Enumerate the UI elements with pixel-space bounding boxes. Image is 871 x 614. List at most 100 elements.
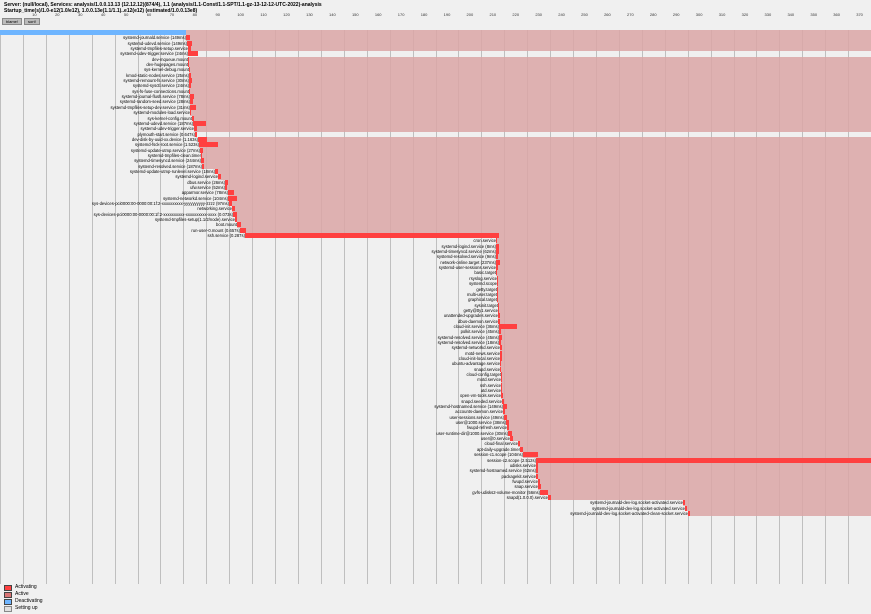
time-tick: 210 — [481, 12, 504, 17]
activating-bar — [200, 148, 203, 153]
activating-bar — [190, 94, 194, 99]
time-axis: 1020304050607080901001101201301401501601… — [0, 12, 871, 17]
activating-bar — [199, 142, 218, 147]
time-tick: 240 — [550, 12, 573, 17]
activating-bar — [186, 35, 190, 40]
time-tick: 110 — [252, 12, 275, 17]
startup-bar — [0, 30, 186, 35]
time-tick: 30 — [69, 12, 92, 17]
activating-bar — [237, 222, 241, 227]
time-tick: 300 — [688, 12, 711, 17]
legend-swatch-setting-up — [4, 606, 12, 612]
time-tick: 10 — [23, 12, 46, 17]
activating-bar — [496, 244, 499, 249]
activating-bar — [503, 404, 507, 409]
sort-button[interactable]: sort! — [24, 18, 40, 25]
activating-bar — [496, 265, 498, 270]
time-tick: 360 — [825, 12, 848, 17]
time-tick: 130 — [298, 12, 321, 17]
activating-bar — [201, 158, 204, 163]
timeline-grid: systemdsystemd-journald.service (149ms)s… — [0, 30, 871, 584]
activating-bar — [190, 105, 196, 110]
legend: Activating Active Deactivating Setting u… — [4, 584, 43, 612]
legend-label-active: Active — [15, 591, 29, 598]
time-tick: 310 — [711, 12, 734, 17]
activating-bar — [188, 46, 191, 51]
activating-bar — [496, 260, 500, 265]
time-tick: 40 — [92, 12, 115, 17]
activating-bar — [496, 249, 499, 254]
activating-bar — [235, 217, 237, 222]
activating-bar — [499, 335, 502, 340]
activating-bar — [198, 137, 207, 142]
blame-button[interactable]: blame! — [2, 18, 22, 25]
activating-bar — [536, 458, 871, 463]
activating-bar — [218, 174, 221, 179]
activating-bar — [228, 196, 237, 201]
legend-swatch-deactivating — [4, 599, 12, 605]
activating-bar — [504, 415, 507, 420]
activating-bar — [188, 51, 198, 56]
time-tick: 90 — [206, 12, 229, 17]
time-tick: 140 — [321, 12, 344, 17]
time-tick: 320 — [734, 12, 757, 17]
activating-bar — [501, 393, 503, 398]
time-tick: 70 — [160, 12, 183, 17]
activating-bar — [507, 425, 509, 430]
time-tick: 50 — [115, 12, 138, 17]
activating-bar — [501, 388, 502, 393]
activating-bar — [523, 452, 538, 457]
time-tick: 350 — [802, 12, 825, 17]
activating-bar — [548, 495, 551, 500]
activating-bar — [192, 116, 194, 121]
activating-bar — [499, 329, 501, 334]
activating-bar — [225, 180, 228, 185]
activating-bar — [683, 500, 685, 505]
time-tick: 230 — [527, 12, 550, 17]
legend-label-activating: Activating — [15, 584, 37, 591]
time-tick: 60 — [138, 12, 161, 17]
activating-bar — [536, 463, 538, 468]
activating-bar — [499, 324, 517, 329]
activating-bar — [508, 431, 512, 436]
legend-swatch-active — [4, 592, 12, 598]
activating-bar — [500, 345, 502, 350]
activating-bar — [497, 281, 498, 286]
activating-bar — [498, 313, 500, 318]
time-tick: 290 — [665, 12, 688, 17]
time-tick: 20 — [46, 12, 69, 17]
activating-bar — [499, 340, 501, 345]
time-tick: 270 — [619, 12, 642, 17]
activating-bar — [229, 201, 232, 206]
activating-bar — [500, 356, 502, 361]
activating-bar — [496, 254, 498, 259]
time-tick: 80 — [183, 12, 206, 17]
activating-bar — [202, 164, 204, 169]
activating-bar — [536, 474, 538, 479]
activating-bar — [520, 447, 523, 452]
activating-bar — [510, 436, 513, 441]
activating-bar — [498, 319, 500, 324]
time-tick: 340 — [779, 12, 802, 17]
time-tick: 370 — [848, 12, 871, 17]
legend-label-setting-up: Setting up — [15, 605, 38, 612]
time-tick: 260 — [596, 12, 619, 17]
activating-bar — [500, 351, 502, 356]
activating-bar — [503, 409, 505, 414]
activating-bar — [688, 511, 690, 516]
time-tick: 180 — [413, 12, 436, 17]
activating-bar — [685, 506, 687, 511]
activating-bar — [536, 468, 538, 473]
activating-bar — [540, 490, 548, 495]
activating-bar — [228, 190, 234, 195]
activating-bar — [240, 228, 246, 233]
time-tick: 280 — [642, 12, 665, 17]
activating-bar — [233, 212, 237, 217]
activating-bar — [497, 292, 498, 297]
activating-bar — [189, 67, 190, 72]
activating-bar — [497, 297, 498, 302]
time-tick: 100 — [229, 12, 252, 17]
activating-bar — [500, 361, 501, 366]
activating-bar — [245, 233, 499, 238]
unit-row[interactable]: systemd-journald-dev-log.socket-activate… — [0, 511, 871, 516]
